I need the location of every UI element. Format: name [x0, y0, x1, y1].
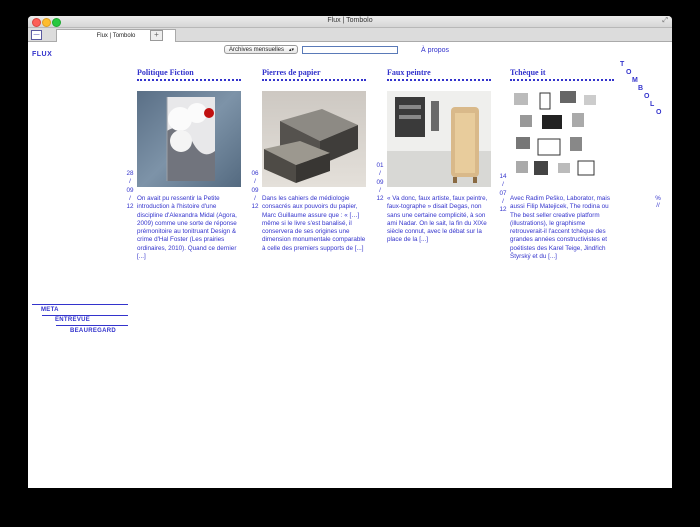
title-letter: M	[632, 77, 638, 84]
dotted-divider	[387, 79, 491, 83]
title-letter: O	[626, 69, 632, 76]
bookmarks-icon[interactable]: —	[31, 30, 42, 40]
beauregard-link[interactable]: BEAUREGARD	[70, 328, 116, 334]
post-card: Politique Fiction On avait pu ressentir …	[137, 68, 241, 261]
date-part: 09	[376, 178, 384, 186]
post-title[interactable]: Pierres de papier	[262, 68, 366, 77]
post-title[interactable]: Politique Fiction	[137, 68, 241, 77]
date-part: /	[502, 181, 504, 189]
title-letter: L	[650, 101, 655, 108]
post-card: Faux peintre « Va donc, faux artiste, fa…	[387, 68, 491, 245]
paper-blocks-image	[264, 109, 358, 183]
post-thumbnail[interactable]	[510, 91, 614, 187]
gallery-installation-image	[387, 91, 491, 187]
search-input[interactable]	[302, 46, 398, 54]
page-content: FLUX Archives mensuelles ▴▾ À propos T O…	[28, 42, 672, 488]
date-part: 09	[126, 186, 134, 194]
dotted-divider	[510, 79, 614, 83]
title-letter: O	[644, 93, 650, 100]
new-tab-button[interactable]: +	[150, 30, 163, 41]
post-excerpt[interactable]: Dans les cahiers de médiologie consacrés…	[262, 195, 366, 253]
post-card: Tchèque it Avec Radim Peško, Laborator, …	[510, 68, 614, 261]
post-title[interactable]: Faux peintre	[387, 68, 491, 77]
fullscreen-icon[interactable]: ⤢	[662, 17, 668, 25]
title-letter: B	[638, 85, 644, 92]
meta-divider	[56, 325, 128, 326]
meta-link[interactable]: META	[41, 307, 59, 313]
post-thumbnail[interactable]	[137, 91, 241, 187]
archive-select-label: Archives mensuelles	[229, 47, 285, 53]
post-date: 06 / 09 / 12	[249, 170, 261, 211]
date-part: 12	[251, 203, 259, 211]
dotted-divider	[137, 79, 241, 83]
browser-window: Flux | Tombolo ⤢ — Flux | Tombolo + FLUX…	[28, 16, 672, 488]
title-bar: Flux | Tombolo ⤢	[28, 16, 672, 28]
date-part: /	[379, 170, 381, 178]
date-part: /	[129, 194, 131, 202]
title-letter: O	[656, 109, 662, 116]
post-excerpt[interactable]: Avec Radim Peško, Laborator, mais aussi …	[510, 195, 614, 261]
window-title: Flux | Tombolo	[327, 17, 373, 24]
date-part: 28	[126, 170, 134, 177]
date-part: 09	[251, 186, 259, 194]
date-part: 14	[499, 173, 507, 180]
date-part: 12	[376, 195, 384, 203]
chevron-updown-icon: ▴▾	[288, 47, 294, 53]
entrevue-link[interactable]: ENTREVUE	[55, 317, 90, 323]
date-part: 12	[499, 206, 507, 214]
date-part: 07	[499, 189, 507, 197]
post-date: 01 / 09 / 12	[374, 162, 386, 203]
side-marker-top: %	[655, 195, 661, 202]
date-part: 12	[126, 203, 134, 211]
date-part: /	[379, 186, 381, 194]
side-marker[interactable]: % //	[654, 195, 662, 209]
post-title[interactable]: Tchèque it	[510, 68, 614, 77]
meta-divider	[32, 304, 128, 305]
dotted-divider	[262, 79, 366, 83]
title-letter: T	[620, 61, 625, 68]
post-thumbnail[interactable]	[387, 91, 491, 187]
date-part: /	[254, 178, 256, 186]
post-excerpt[interactable]: « Va donc, faux artiste, faux peintre, f…	[387, 195, 491, 245]
magazine-cover-image	[166, 97, 215, 181]
post-card: Pierres de papier Dans les cahiers de mé…	[262, 68, 366, 253]
date-part: 06	[251, 170, 259, 177]
post-date: 28 / 09 / 12	[124, 170, 136, 211]
post-thumbnail[interactable]	[262, 91, 366, 187]
tab-bar: — Flux | Tombolo +	[28, 28, 672, 42]
date-part: /	[502, 197, 504, 205]
date-part: 01	[376, 162, 384, 169]
design-collage-image	[514, 91, 596, 176]
post-date: 14 / 07 / 12	[497, 173, 509, 214]
site-brand[interactable]: FLUX	[32, 51, 52, 58]
date-part: /	[129, 178, 131, 186]
about-link[interactable]: À propos	[421, 47, 449, 54]
date-part: /	[254, 194, 256, 202]
meta-divider	[42, 315, 128, 316]
side-marker-bottom: //	[656, 202, 660, 209]
post-excerpt[interactable]: On avait pu ressentir la Petite introduc…	[137, 195, 241, 261]
archive-select[interactable]: Archives mensuelles ▴▾	[224, 45, 298, 54]
